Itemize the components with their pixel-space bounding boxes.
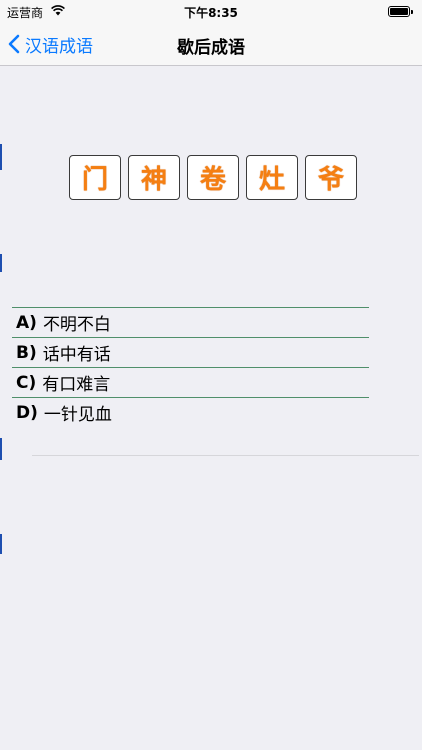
option-key: D) [16, 402, 38, 423]
option-text: 一针见血 [43, 405, 112, 425]
character-tile[interactable]: 门 [69, 155, 121, 200]
option-key: C) [16, 372, 37, 393]
option-c[interactable]: C) 有口难言 [12, 367, 369, 397]
character-tile[interactable]: 神 [128, 155, 180, 200]
character-tile[interactable]: 爷 [305, 155, 357, 200]
character-tile[interactable]: 灶 [246, 155, 298, 200]
option-key: A) [16, 312, 37, 333]
status-bar: 运营商 下午8:35 [0, 0, 422, 22]
navigation-bar: 汉语成语 歇后成语 [0, 22, 422, 66]
option-a[interactable]: A) 不明不白 [12, 307, 369, 337]
battery-level-fill [390, 8, 408, 15]
option-text: 话中有话 [42, 345, 111, 365]
option-text: 不明不白 [42, 315, 111, 335]
status-time: 下午8:35 [184, 6, 238, 20]
option-key: B) [16, 342, 37, 363]
option-b[interactable]: B) 话中有话 [12, 337, 369, 367]
option-d[interactable]: D) 一针见血 [12, 397, 369, 427]
battery-icon [388, 6, 413, 17]
option-text: 有口难言 [42, 375, 111, 395]
page-title: 歇后成语 [177, 38, 245, 58]
answer-options-list: A) 不明不白 B) 话中有话 C) 有口难言 D) 一针见血 [12, 307, 369, 427]
riddle-character-tiles: 门 神 卷 灶 爷 [69, 155, 357, 200]
character-tile[interactable]: 卷 [187, 155, 239, 200]
divider [32, 455, 419, 456]
left-edge-decoration [0, 66, 3, 750]
